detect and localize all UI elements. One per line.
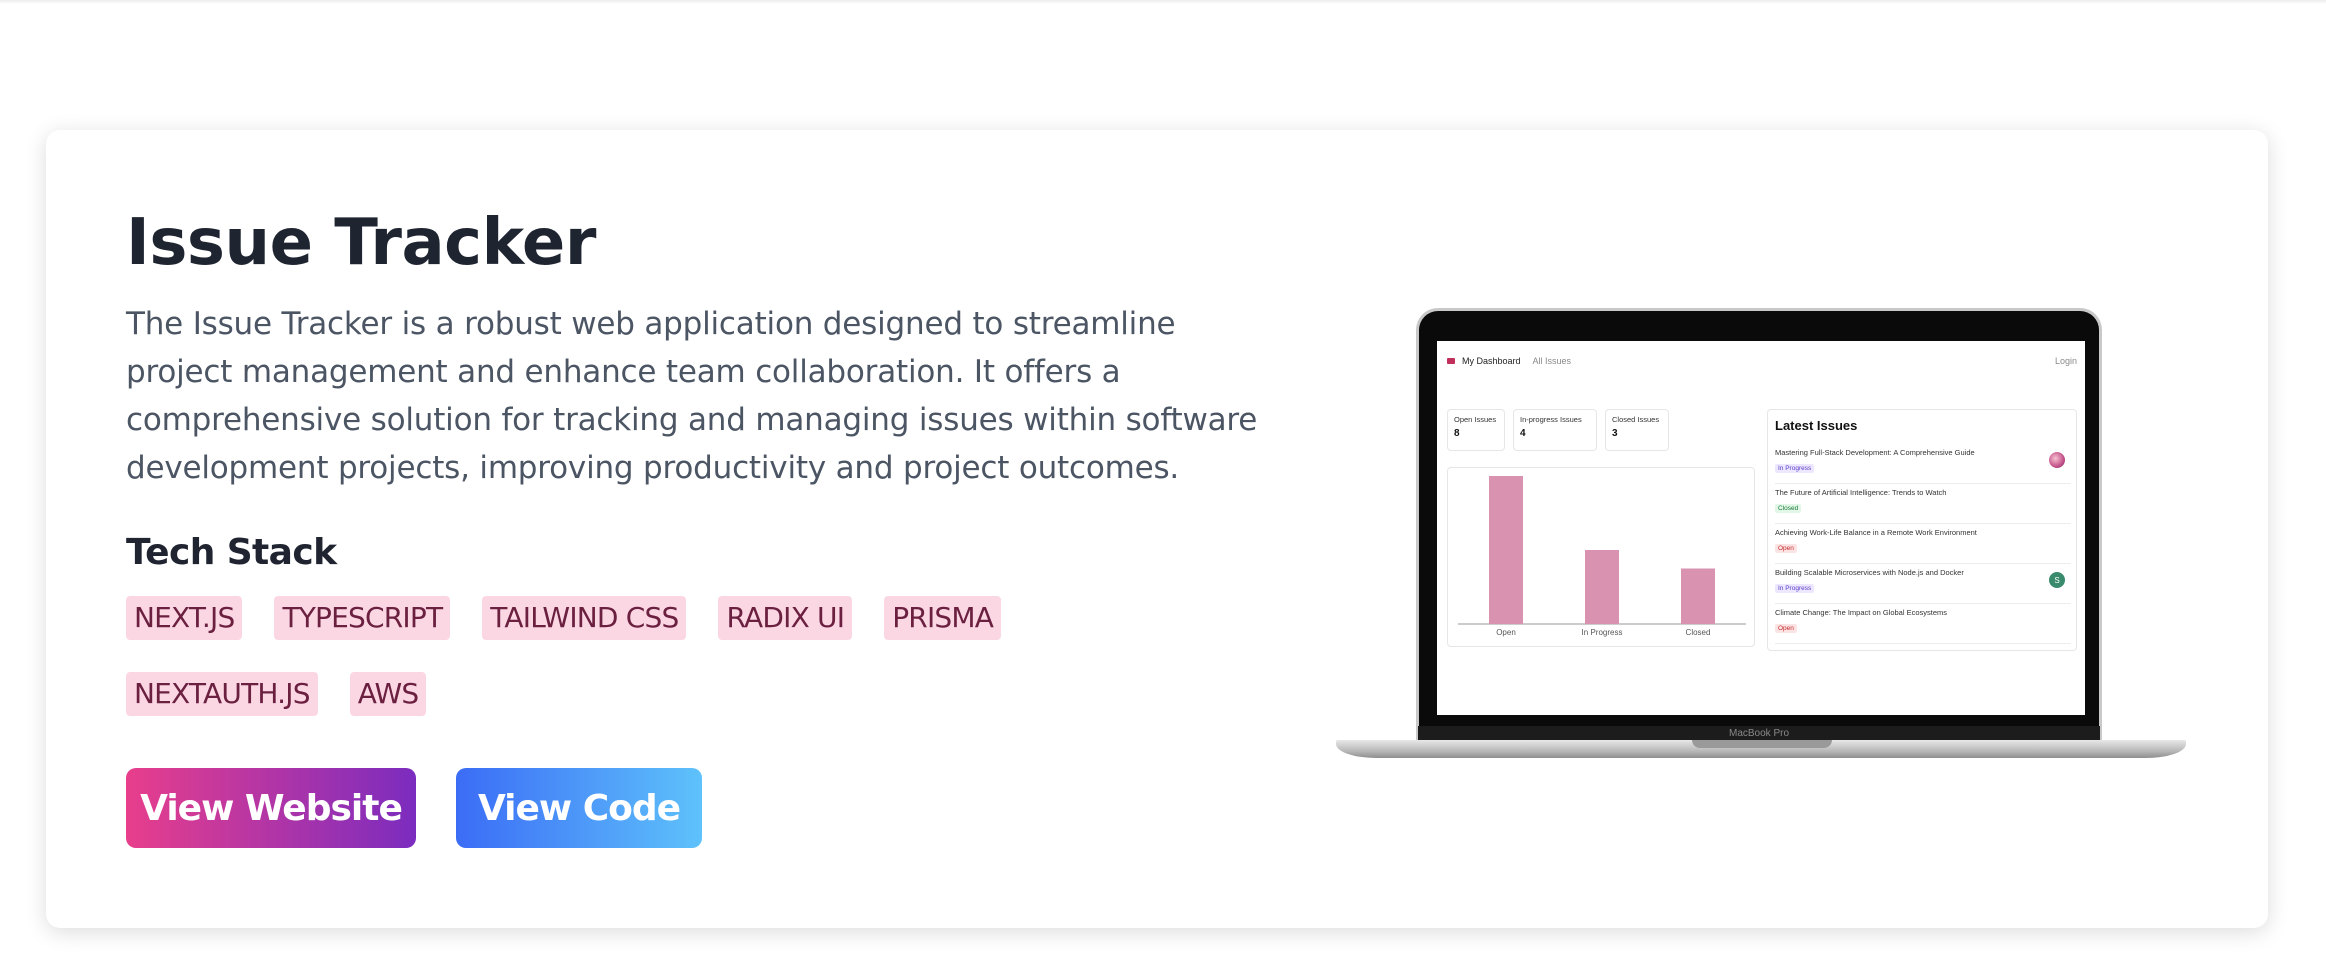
issue-title: Achieving Work-Life Balance in a Remote … — [1775, 528, 1977, 537]
assignee-avatar — [2049, 452, 2065, 468]
issue-status-badge: Closed — [1775, 504, 1802, 513]
tech-stack-heading: Tech Stack — [126, 532, 337, 573]
tech-tag: NEXTAUTH.JS — [126, 672, 318, 716]
issue-title: Climate Change: The Impact on Global Eco… — [1775, 608, 1948, 617]
nav-dashboard: My Dashboard — [1462, 356, 1521, 366]
laptop-lid: My Dashboard All Issues Login Open Issue… — [1416, 308, 2102, 742]
issue-chart: Open In Progress Closed — [1447, 467, 1755, 647]
latest-issues-title: Latest Issues — [1775, 418, 1858, 433]
nav-all-issues: All Issues — [1532, 356, 1572, 366]
latest-issue-row[interactable]: Climate Change: The Impact on Global Eco… — [1775, 604, 2071, 644]
issue-title: Building Scalable Microservices with Nod… — [1775, 568, 1964, 577]
laptop-notch — [1692, 740, 1832, 748]
stat-value: 4 — [1520, 428, 1526, 439]
tech-tag: TAILWIND CSS — [482, 596, 687, 640]
laptop-mockup: My Dashboard All Issues Login Open Issue… — [1336, 308, 2196, 778]
chart-tick-label: Open — [1496, 628, 1516, 637]
issue-title: Mastering Full-Stack Development: A Comp… — [1775, 448, 1975, 457]
view-website-button[interactable]: View Website — [126, 768, 416, 848]
latest-issues-panel: Latest Issues Mastering Full-Stack Devel… — [1767, 409, 2077, 651]
issue-status-badge: In Progress — [1775, 464, 1815, 473]
chart-bar-in-progress — [1585, 550, 1619, 624]
stat-value: 3 — [1612, 428, 1618, 439]
stat-label: Open Issues — [1454, 415, 1497, 424]
issue-chart-svg: Open In Progress Closed — [1458, 476, 1746, 637]
chart-tick-label: In Progress — [1582, 628, 1623, 637]
chart-tick-label: Closed — [1686, 628, 1711, 637]
latest-issue-row[interactable]: Building Scalable Microservices with Nod… — [1775, 564, 2071, 604]
issue-status-badge: Open — [1775, 544, 1797, 553]
tech-tag: NEXT.JS — [126, 596, 243, 640]
latest-issue-row[interactable]: Achieving Work-Life Balance in a Remote … — [1775, 524, 2071, 564]
screenshot-navbar: My Dashboard All Issues Login — [1447, 351, 2077, 371]
stat-label: In-progress Issues — [1520, 415, 1582, 424]
tech-tag: RADIX UI — [718, 596, 853, 640]
chart-bar-closed — [1681, 568, 1715, 624]
dashboard-screenshot: My Dashboard All Issues Login Open Issue… — [1437, 341, 2085, 715]
assignee-avatar: S — [2049, 572, 2065, 588]
bug-icon — [1447, 358, 1455, 364]
stat-card-open: Open Issues 8 — [1447, 409, 1505, 451]
stat-label: Closed Issues — [1612, 415, 1660, 424]
tech-stack-list: NEXT.JS TYPESCRIPT TAILWIND CSS RADIX UI… — [126, 596, 1126, 716]
issue-status-badge: Open — [1775, 624, 1797, 633]
project-card: Issue Tracker The Issue Tracker is a rob… — [46, 130, 2268, 928]
stat-card-closed: Closed Issues 3 — [1605, 409, 1669, 451]
tech-tag: PRISMA — [884, 596, 1002, 640]
tech-tag: AWS — [349, 672, 427, 716]
project-title: Issue Tracker — [126, 206, 596, 280]
latest-issue-row[interactable]: The Future of Artificial Intelligence: T… — [1775, 484, 2071, 524]
issue-status-badge: In Progress — [1775, 584, 1815, 593]
chart-bar-open — [1489, 476, 1523, 624]
project-description: The Issue Tracker is a robust web applic… — [126, 306, 1258, 486]
nav-login: Login — [2054, 356, 2077, 366]
view-code-button[interactable]: View Code — [456, 768, 702, 848]
top-divider — [0, 0, 2326, 4]
device-brand-label: MacBook Pro — [1728, 728, 1790, 739]
latest-issue-row[interactable]: Mastering Full-Stack Development: A Comp… — [1775, 444, 2071, 484]
stat-card-in-progress: In-progress Issues 4 — [1513, 409, 1597, 451]
tech-tag: TYPESCRIPT — [274, 596, 451, 640]
issue-title: The Future of Artificial Intelligence: T… — [1775, 488, 1947, 497]
stat-value: 8 — [1454, 428, 1460, 439]
